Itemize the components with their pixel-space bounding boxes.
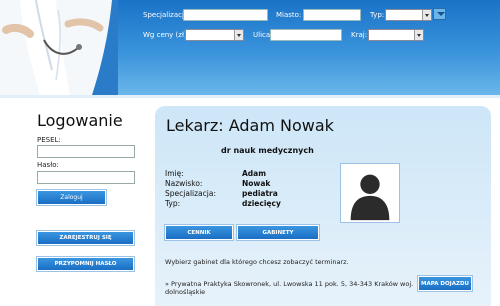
country-filter-label: Kraj: [351, 31, 368, 39]
street-filter-input[interactable] [270, 29, 342, 41]
doctor-avatar [340, 163, 400, 223]
login-title: Logowanie [37, 111, 123, 130]
first-name-label: Imię: [165, 169, 184, 178]
city-filter-input[interactable] [303, 9, 361, 21]
pesel-input[interactable] [37, 145, 135, 158]
type-filter-label: Typ: [370, 11, 385, 19]
password-label: Hasło: [37, 161, 59, 169]
header-divider [0, 95, 500, 98]
specialization-label: Specjalizacja: [165, 189, 216, 198]
chevron-down-icon [234, 30, 243, 40]
office-link[interactable]: » Prywatna Praktyka Skowronek, ul. Lwows… [165, 280, 415, 296]
specialization-filter-input[interactable] [183, 9, 268, 21]
remind-password-button[interactable]: PRZYPOMNIJ HASŁO [37, 257, 134, 271]
doctor-title: Lekarz: Adam Nowak [166, 116, 334, 135]
office-hint: Wybierz gabinet dla którego chcesz zobac… [165, 258, 349, 266]
price-filter-label: Wg ceny (zł): [143, 31, 190, 39]
login-button[interactable]: Zaloguj [37, 190, 106, 205]
price-filter-select[interactable] [185, 29, 244, 41]
pricelist-button[interactable]: CENNIK [165, 225, 233, 240]
specialization-value: pediatra [242, 189, 278, 198]
country-filter-select[interactable] [368, 29, 424, 41]
chevron-down-icon [422, 10, 431, 20]
doctor-illustration [0, 0, 118, 95]
doctor-degree: dr nauk medycznych [221, 146, 314, 155]
chevron-down-icon [414, 30, 423, 40]
type-value: dziecięcy [242, 199, 281, 208]
first-name-value: Adam [242, 169, 267, 178]
pesel-label: PESEL: [37, 136, 61, 144]
city-filter-label: Miasto: [276, 11, 302, 19]
map-button[interactable]: MAPA DOJAZDU [418, 276, 472, 291]
register-button[interactable]: ZAREJESTRUJ SIĘ [37, 231, 134, 245]
offices-button[interactable]: GABINETY [237, 225, 319, 240]
last-name-label: Nazwisko: [165, 179, 203, 188]
last-name-value: Nowak [242, 179, 271, 188]
search-button[interactable] [433, 8, 446, 20]
type-label: Typ: [165, 199, 181, 208]
password-input[interactable] [37, 171, 135, 184]
type-filter-select[interactable] [385, 9, 432, 21]
